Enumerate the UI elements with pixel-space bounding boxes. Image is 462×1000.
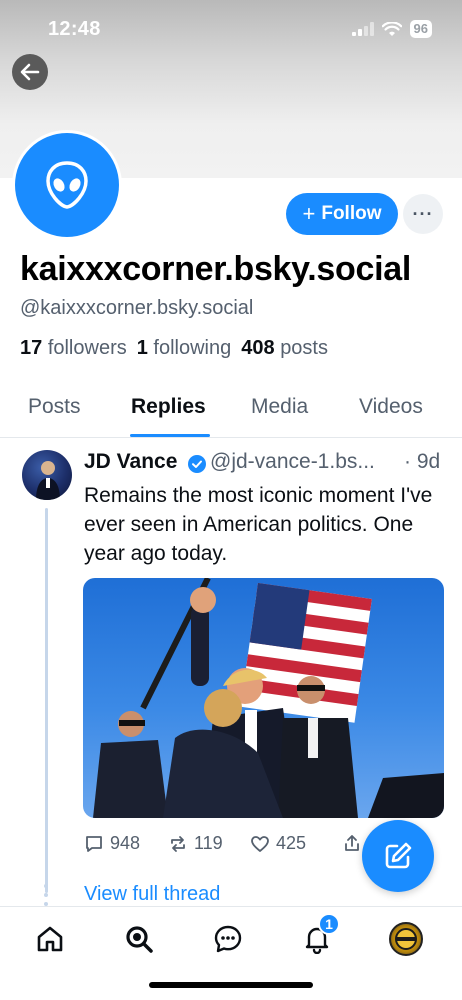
tab-chat[interactable]	[210, 921, 246, 957]
post-text: Remains the most iconic moment I've ever…	[84, 484, 433, 565]
thread-line	[45, 508, 48, 893]
battery-indicator: 96	[409, 20, 432, 38]
arrow-left-icon	[20, 63, 40, 81]
heart-icon	[251, 835, 269, 852]
user-avatar	[389, 922, 423, 956]
following-count: 1	[136, 337, 148, 359]
chat-icon	[214, 925, 242, 953]
more-options-button[interactable]: ···	[403, 194, 443, 234]
alien-icon	[46, 161, 88, 209]
share-action[interactable]	[342, 833, 362, 853]
search-icon	[126, 926, 153, 953]
following-stat[interactable]: 1 following	[137, 337, 232, 360]
tab-home[interactable]	[32, 921, 68, 957]
photo-illustration	[93, 578, 444, 818]
status-icons: 96	[351, 20, 432, 38]
active-tab-indicator	[130, 434, 210, 437]
compose-icon	[385, 842, 412, 869]
ellipsis-icon: ···	[412, 203, 434, 224]
tab-profile[interactable]	[388, 921, 424, 957]
follow-button[interactable]: + Follow	[286, 193, 398, 235]
followers-label: followers	[47, 337, 127, 359]
post-timestamp: · 9d	[404, 450, 441, 473]
reply-action[interactable]: 948	[84, 833, 140, 854]
tab-videos[interactable]: Videos	[359, 395, 423, 419]
repost-count: 119	[194, 833, 223, 853]
tab-replies[interactable]: Replies	[131, 395, 206, 419]
repost-icon	[171, 835, 185, 852]
profile-display-name: kaixxxcorner.bsky.social	[20, 250, 411, 288]
plus-icon: +	[302, 201, 316, 226]
followers-count: 17	[20, 337, 43, 359]
tab-search[interactable]	[121, 921, 157, 957]
verified-badge-icon	[188, 455, 206, 473]
like-count: 425	[276, 833, 307, 853]
reply-icon	[86, 835, 102, 852]
repost-action[interactable]: 119	[168, 833, 223, 854]
post-author-handle[interactable]: @jd-vance-1.bs...	[210, 450, 393, 474]
compose-button[interactable]	[362, 820, 434, 892]
posts-count: 408	[241, 337, 275, 359]
tab-media[interactable]: Media	[251, 395, 308, 419]
followers-stat[interactable]: 17 followers	[20, 337, 127, 360]
view-full-thread-link[interactable]: View full thread	[84, 883, 220, 906]
home-indicator	[149, 982, 313, 988]
signal-icon	[351, 22, 374, 36]
following-label: following	[153, 337, 232, 359]
posts-label: posts	[280, 337, 328, 359]
back-button[interactable]	[12, 54, 48, 90]
avatar-emblem-icon	[395, 928, 417, 950]
profile-avatar[interactable]	[12, 130, 122, 240]
profile-handle: @kaixxxcorner.bsky.social	[20, 297, 254, 319]
profile-stats: 17 followers 1 following 408 posts	[20, 337, 328, 360]
avatar-circle	[15, 133, 119, 237]
share-icon	[345, 835, 359, 851]
posts-stat: 408 posts	[241, 337, 328, 360]
post-image[interactable]	[83, 578, 444, 818]
notifications-badge: 1	[318, 913, 340, 935]
profile-tabs: Posts Replies Media Videos	[0, 380, 462, 438]
follow-label: Follow	[321, 203, 382, 224]
reply-count: 948	[110, 833, 141, 853]
thread-dots	[44, 884, 49, 906]
post-author-name[interactable]: JD Vance	[84, 450, 177, 474]
like-action[interactable]: 425	[250, 833, 306, 854]
home-icon	[37, 926, 63, 952]
status-bar: 12:48 96	[0, 0, 462, 60]
status-time: 12:48	[48, 18, 101, 40]
tab-posts[interactable]: Posts	[28, 395, 81, 419]
wifi-icon	[381, 21, 402, 36]
person-silhouette-icon	[36, 461, 60, 500]
post-author-avatar[interactable]	[22, 450, 72, 500]
